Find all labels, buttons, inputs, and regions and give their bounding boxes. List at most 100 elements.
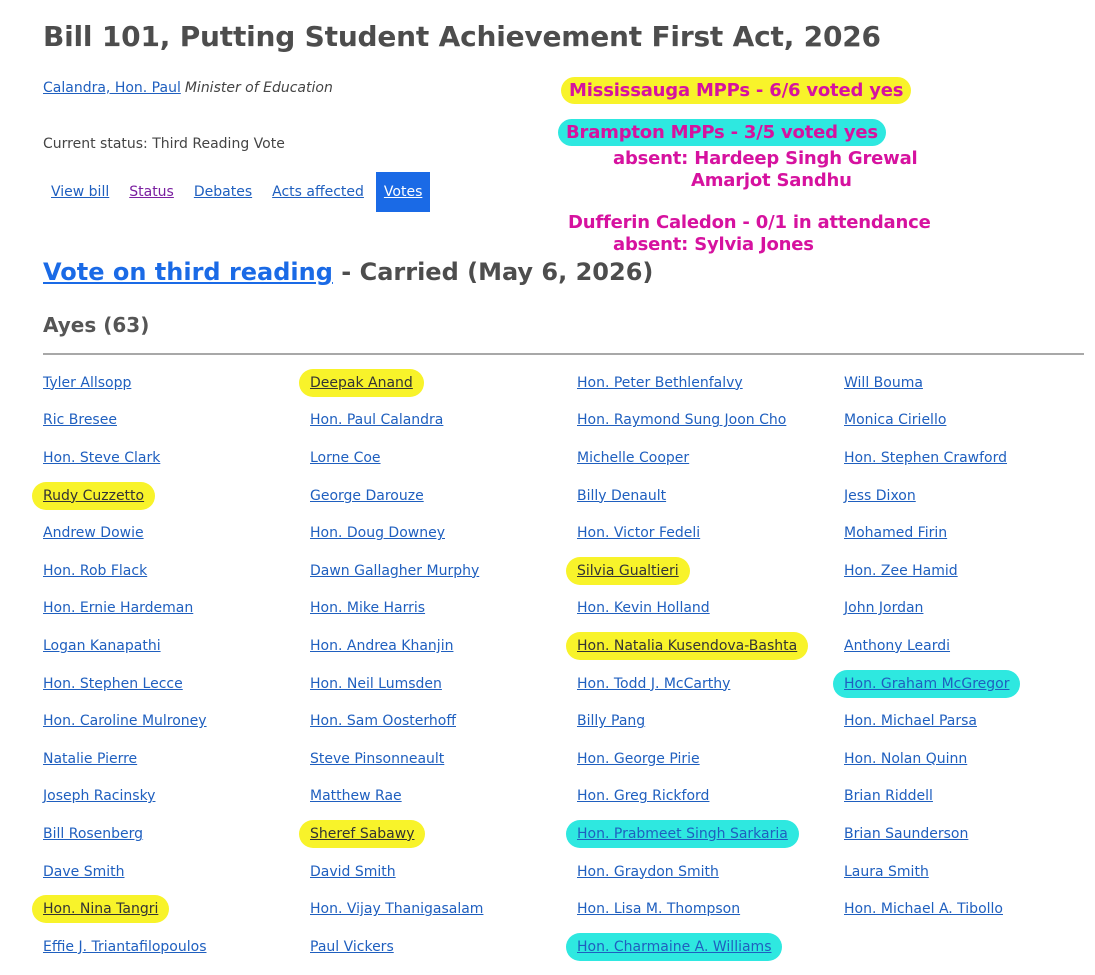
member-link[interactable]: Hon. Paul Calandra bbox=[310, 412, 443, 428]
member-link[interactable]: Michelle Cooper bbox=[577, 450, 689, 466]
sponsor-role: Minister of Education bbox=[184, 80, 333, 96]
member-link[interactable]: Will Bouma bbox=[844, 375, 923, 391]
member-link[interactable]: Ric Bresee bbox=[43, 412, 117, 428]
member-link[interactable]: George Darouze bbox=[310, 488, 424, 504]
member-link[interactable]: Hon. Todd J. McCarthy bbox=[577, 676, 730, 692]
member-link[interactable]: Joseph Racinsky bbox=[43, 788, 155, 804]
member-link[interactable]: Deepak Anand bbox=[299, 368, 424, 397]
member-cell: Laura Smith bbox=[844, 853, 1084, 891]
page-title: Bill 101, Putting Student Achievement Fi… bbox=[43, 20, 881, 53]
member-cell: Dave Smith bbox=[43, 853, 310, 891]
member-cell: Billy Denault bbox=[577, 477, 844, 515]
member-link[interactable]: Silvia Gualtieri bbox=[566, 556, 690, 585]
member-link[interactable]: Hon. Sam Oosterhoff bbox=[310, 713, 456, 729]
member-link[interactable]: Hon. Prabmeet Singh Sarkaria bbox=[566, 819, 799, 848]
member-link[interactable]: Hon. Raymond Sung Joon Cho bbox=[577, 412, 786, 428]
member-link[interactable]: Hon. Stephen Crawford bbox=[844, 450, 1007, 466]
member-link[interactable]: Hon. Peter Bethlenfalvy bbox=[577, 375, 743, 391]
member-cell: Sheref Sabawy bbox=[299, 815, 577, 853]
member-link[interactable]: Hon. George Pirie bbox=[577, 751, 700, 767]
member-link[interactable]: Hon. Michael Parsa bbox=[844, 713, 977, 729]
member-link[interactable]: Hon. Natalia Kusendova-Bashta bbox=[566, 631, 809, 660]
member-link[interactable]: Brian Saunderson bbox=[844, 826, 968, 842]
tab-status[interactable]: Status bbox=[121, 172, 182, 212]
member-cell: Andrew Dowie bbox=[43, 514, 310, 552]
member-link[interactable]: Tyler Allsopp bbox=[43, 375, 131, 391]
member-link[interactable]: Hon. Graydon Smith bbox=[577, 864, 719, 880]
member-link[interactable]: Hon. Lisa M. Thompson bbox=[577, 901, 740, 917]
member-link[interactable]: Matthew Rae bbox=[310, 788, 402, 804]
member-cell: Hon. Ernie Hardeman bbox=[43, 590, 310, 628]
tab-view-bill[interactable]: View bill bbox=[43, 172, 117, 212]
member-link[interactable]: David Smith bbox=[310, 864, 396, 880]
member-link[interactable]: Hon. Vijay Thanigasalam bbox=[310, 901, 483, 917]
tab-acts-affected[interactable]: Acts affected bbox=[264, 172, 372, 212]
member-link[interactable]: Hon. Nina Tangri bbox=[32, 895, 170, 924]
member-link[interactable]: Billy Denault bbox=[577, 488, 666, 504]
member-link[interactable]: Hon. Victor Fedeli bbox=[577, 525, 700, 541]
member-link[interactable]: Lorne Coe bbox=[310, 450, 381, 466]
member-link[interactable]: Mohamed Firin bbox=[844, 525, 947, 541]
member-link[interactable]: Rudy Cuzzetto bbox=[32, 481, 156, 510]
member-link[interactable]: Paul Vickers bbox=[310, 939, 394, 955]
member-cell: Hon. Natalia Kusendova-Bashta bbox=[566, 627, 844, 665]
mississauga-annotation: Mississauga MPPs - 6/6 voted yes bbox=[561, 77, 912, 104]
member-link[interactable]: Hon. Kevin Holland bbox=[577, 600, 710, 616]
member-link[interactable]: Hon. Nolan Quinn bbox=[844, 751, 967, 767]
member-link[interactable]: John Jordan bbox=[844, 600, 923, 616]
member-cell: Hon. Sam Oosterhoff bbox=[310, 702, 577, 740]
member-link[interactable]: Laura Smith bbox=[844, 864, 929, 880]
member-link[interactable]: Hon. Graham McGregor bbox=[833, 669, 1021, 698]
member-link[interactable]: Hon. Neil Lumsden bbox=[310, 676, 442, 692]
member-cell: Hon. Stephen Crawford bbox=[844, 439, 1084, 477]
dufferin-absent-annotation: absent: Sylvia Jones bbox=[613, 234, 814, 255]
member-link[interactable]: Brian Riddell bbox=[844, 788, 933, 804]
member-link[interactable]: Hon. Charmaine A. Williams bbox=[566, 932, 783, 961]
divider bbox=[43, 353, 1084, 355]
member-cell: Bill Rosenberg bbox=[43, 815, 310, 853]
ayes-heading: Ayes (63) bbox=[43, 313, 150, 337]
member-cell: Paul Vickers bbox=[310, 928, 577, 966]
member-link[interactable]: Hon. Greg Rickford bbox=[577, 788, 709, 804]
member-link[interactable]: Hon. Doug Downey bbox=[310, 525, 445, 541]
member-cell: Hon. Paul Calandra bbox=[310, 402, 577, 440]
member-link[interactable]: Hon. Mike Harris bbox=[310, 600, 425, 616]
member-cell: Hon. Charmaine A. Williams bbox=[566, 928, 844, 966]
member-cell: George Darouze bbox=[310, 477, 577, 515]
member-link[interactable]: Bill Rosenberg bbox=[43, 826, 143, 842]
member-link[interactable]: Hon. Steve Clark bbox=[43, 450, 160, 466]
member-cell: Hon. Stephen Lecce bbox=[43, 665, 310, 703]
member-cell: Anthony Leardi bbox=[844, 627, 1084, 665]
vote-third-reading-link[interactable]: Vote on third reading bbox=[43, 258, 333, 286]
member-link[interactable]: Steve Pinsonneault bbox=[310, 751, 444, 767]
member-link[interactable]: Hon. Andrea Khanjin bbox=[310, 638, 453, 654]
member-cell: Hon. Zee Hamid bbox=[844, 552, 1084, 590]
member-cell: Hon. Michael A. Tibollo bbox=[844, 890, 1084, 928]
member-link[interactable]: Hon. Michael A. Tibollo bbox=[844, 901, 1003, 917]
member-link[interactable]: Logan Kanapathi bbox=[43, 638, 161, 654]
member-link[interactable]: Andrew Dowie bbox=[43, 525, 144, 541]
member-cell: Hon. Greg Rickford bbox=[577, 778, 844, 816]
member-link[interactable]: Monica Ciriello bbox=[844, 412, 946, 428]
member-cell: Michelle Cooper bbox=[577, 439, 844, 477]
member-link[interactable]: Dawn Gallagher Murphy bbox=[310, 563, 479, 579]
vote-heading: Vote on third reading - Carried (May 6, … bbox=[43, 258, 653, 286]
member-cell: Hon. Andrea Khanjin bbox=[310, 627, 577, 665]
sponsor-link[interactable]: Calandra, Hon. Paul bbox=[43, 80, 181, 96]
member-link[interactable]: Billy Pang bbox=[577, 713, 645, 729]
member-link[interactable]: Hon. Caroline Mulroney bbox=[43, 713, 207, 729]
member-link[interactable]: Hon. Zee Hamid bbox=[844, 563, 958, 579]
member-link[interactable]: Hon. Stephen Lecce bbox=[43, 676, 183, 692]
tab-votes[interactable]: Votes bbox=[375, 172, 431, 212]
member-link[interactable]: Jess Dixon bbox=[844, 488, 916, 504]
member-link[interactable]: Natalie Pierre bbox=[43, 751, 137, 767]
member-link[interactable]: Dave Smith bbox=[43, 864, 124, 880]
member-link[interactable]: Sheref Sabawy bbox=[299, 819, 426, 848]
member-link[interactable]: Hon. Ernie Hardeman bbox=[43, 600, 193, 616]
member-link[interactable]: Hon. Rob Flack bbox=[43, 563, 147, 579]
member-link[interactable]: Effie J. Triantafilopoulos bbox=[43, 939, 206, 955]
member-link[interactable]: Anthony Leardi bbox=[844, 638, 950, 654]
member-cell: Hon. Todd J. McCarthy bbox=[577, 665, 844, 703]
member-cell: Hon. Mike Harris bbox=[310, 590, 577, 628]
tab-debates[interactable]: Debates bbox=[186, 172, 260, 212]
